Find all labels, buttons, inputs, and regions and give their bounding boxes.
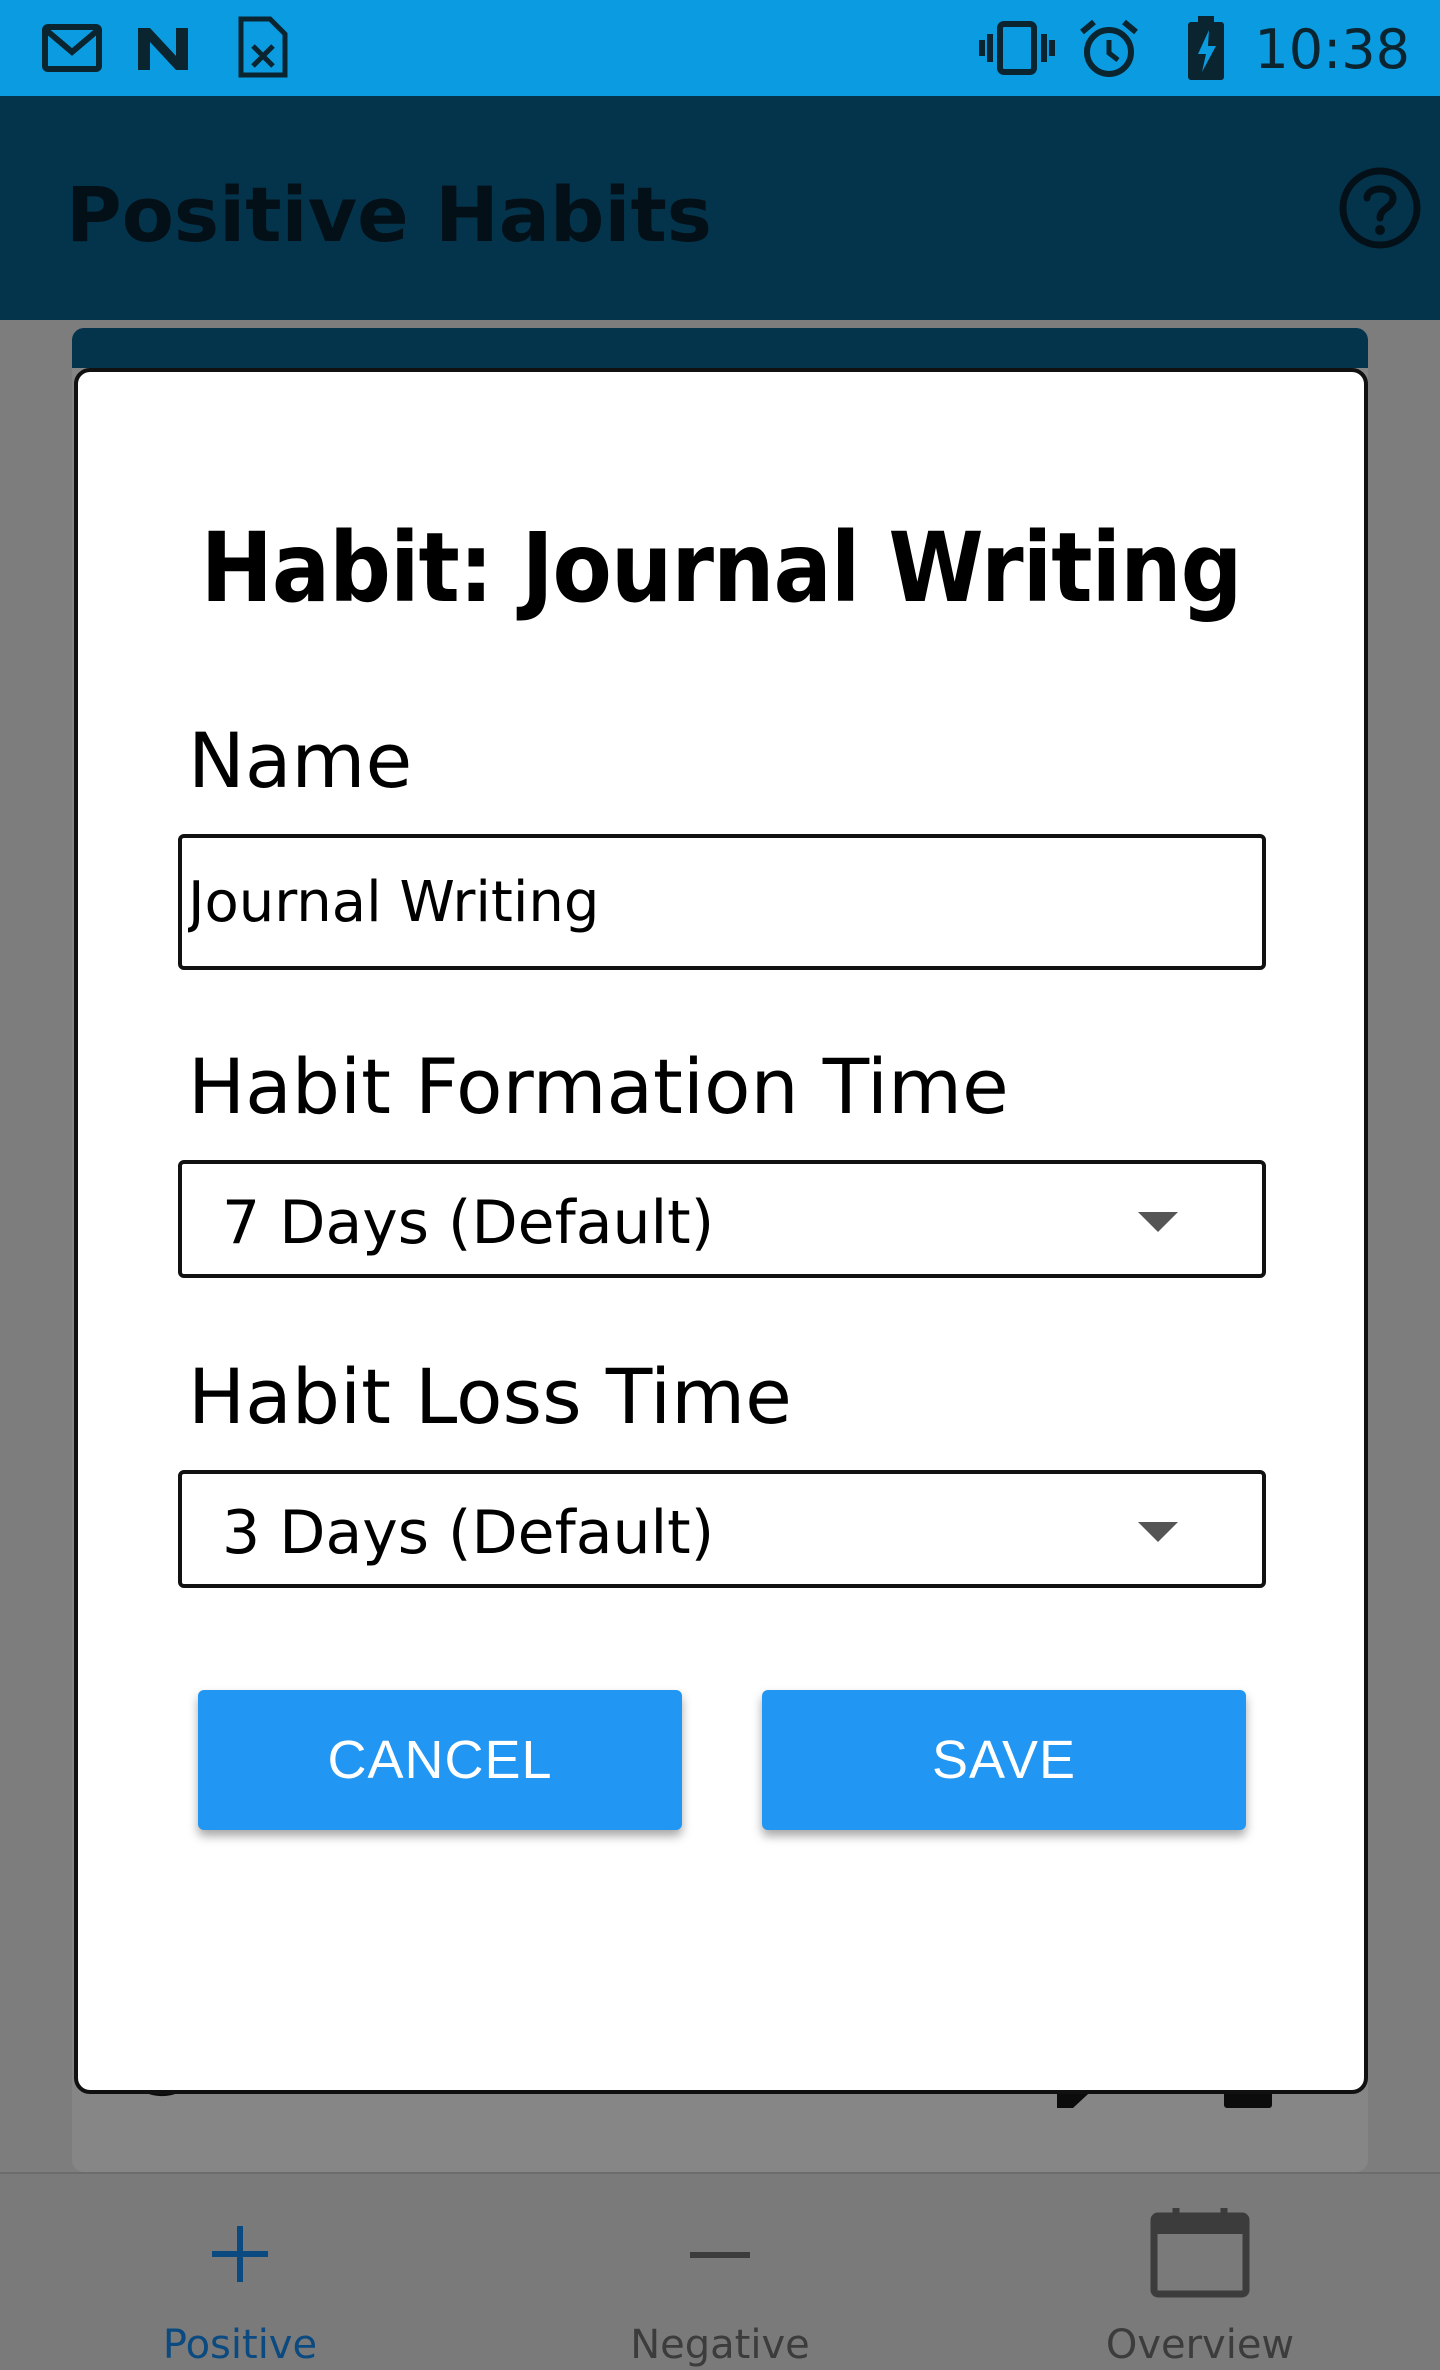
loss-time-select[interactable]: 3 Days (Default) — [178, 1470, 1266, 1588]
minus-icon — [690, 2252, 750, 2258]
app-title: Positive Habits — [66, 170, 713, 259]
alarm-icon — [1080, 19, 1138, 77]
nav-item-negative[interactable]: Negative — [540, 2174, 900, 2370]
habit-card-header — [72, 328, 1368, 368]
sheet-file-icon — [238, 16, 288, 78]
app-bar: Positive Habits — [0, 96, 1440, 320]
name-input[interactable] — [178, 834, 1266, 970]
name-label: Name — [188, 716, 413, 805]
dialog-title: Habit: Journal Writing — [200, 512, 1243, 624]
nav-label-negative: Negative — [630, 2322, 810, 2368]
dropdown-arrow-icon — [1138, 1522, 1178, 1542]
formation-time-label: Habit Formation Time — [188, 1042, 1009, 1131]
formation-time-value: 7 Days (Default) — [222, 1188, 715, 1258]
loss-time-label: Habit Loss Time — [188, 1352, 792, 1441]
battery-charging-icon — [1188, 16, 1224, 80]
nav-label-positive: Positive — [162, 2322, 318, 2368]
bottom-nav: Positive Negative Overview — [0, 2172, 1440, 2370]
formation-time-select[interactable]: 7 Days (Default) — [178, 1160, 1266, 1278]
status-time: 10:38 — [1254, 18, 1410, 81]
status-bar: 10:38 — [0, 0, 1440, 96]
save-button[interactable]: SAVE — [762, 1690, 1246, 1830]
calendar-icon — [1150, 2208, 1250, 2298]
n-app-icon — [138, 28, 188, 70]
plus-icon — [212, 2226, 268, 2282]
nav-label-overview: Overview — [1105, 2322, 1295, 2368]
dropdown-arrow-icon — [1138, 1212, 1178, 1232]
nav-item-positive[interactable]: Positive — [60, 2174, 420, 2370]
edit-habit-dialog: Habit: Journal Writing Name Habit Format… — [74, 368, 1368, 2094]
vibrate-icon — [979, 21, 1055, 75]
gmail-icon — [42, 24, 102, 72]
nav-item-overview[interactable]: Overview — [1020, 2174, 1380, 2370]
help-circle-icon[interactable] — [1338, 166, 1422, 250]
cancel-button[interactable]: CANCEL — [198, 1690, 682, 1830]
loss-time-value: 3 Days (Default) — [222, 1498, 715, 1568]
